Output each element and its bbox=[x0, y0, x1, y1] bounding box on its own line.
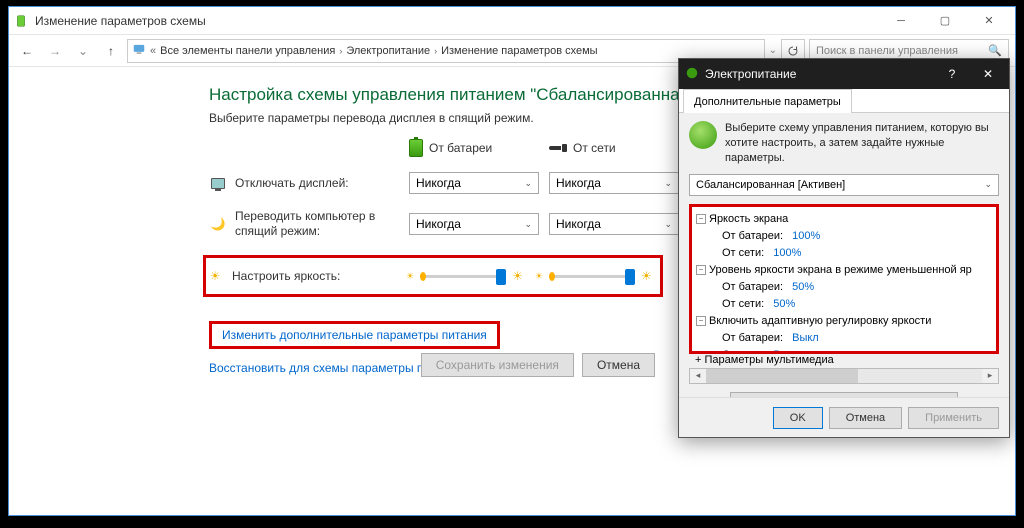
save-button[interactable]: Сохранить изменения bbox=[421, 353, 574, 377]
dialog-description: Выберите схему управления питанием, кото… bbox=[725, 121, 999, 166]
battery-icon bbox=[409, 139, 423, 157]
adaptive-ac-value[interactable]: Выкл bbox=[773, 347, 800, 354]
row-label: Настроить яркость: bbox=[232, 269, 406, 283]
power-plan-icon bbox=[13, 13, 29, 29]
maximize-button[interactable]: ▢ bbox=[923, 7, 967, 35]
power-icon bbox=[685, 66, 699, 83]
scroll-left-icon[interactable]: ◂ bbox=[690, 369, 706, 383]
display-off-ac-combo[interactable]: Никогда⌄ bbox=[549, 172, 679, 194]
sleep-ac-combo[interactable]: Никогда⌄ bbox=[549, 213, 679, 235]
sun-icon: ☀ bbox=[206, 269, 224, 283]
power-options-dialog: Электропитание ? ✕ Дополнительные параме… bbox=[678, 58, 1010, 438]
sun-large-icon: ☀ bbox=[512, 269, 523, 283]
close-button[interactable]: ✕ bbox=[967, 7, 1011, 35]
up-button[interactable]: ↑ bbox=[99, 39, 123, 63]
chevron-right-icon: › bbox=[434, 46, 437, 56]
brightness-battery-value[interactable]: 100% bbox=[792, 228, 820, 245]
help-button[interactable]: ? bbox=[937, 63, 967, 85]
ac-column-header: От сети bbox=[549, 139, 689, 157]
brightness-ac-slider[interactable]: ☀ ☀ bbox=[535, 269, 652, 283]
row-brightness: ☀ Настроить яркость: ☀ ☀ ☀ ☀ bbox=[206, 264, 656, 288]
crumb-prefix: « bbox=[150, 45, 156, 57]
breadcrumb[interactable]: « Все элементы панели управления › Элект… bbox=[127, 39, 765, 63]
ok-button[interactable]: OK bbox=[773, 407, 823, 429]
scheme-combo[interactable]: Сбалансированная [Активен]⌄ bbox=[689, 174, 999, 196]
scrollbar-thumb[interactable] bbox=[706, 369, 858, 383]
dialog-close-button[interactable]: ✕ bbox=[973, 63, 1003, 85]
tree-node-adaptive[interactable]: Включить адаптивную регулировку яркости bbox=[709, 313, 931, 330]
battery-column-header: От батареи bbox=[409, 139, 549, 157]
expand-icon[interactable]: + bbox=[695, 354, 701, 366]
crumb-power[interactable]: Электропитание bbox=[346, 45, 430, 57]
dim-battery-value[interactable]: 50% bbox=[792, 279, 814, 296]
display-off-battery-combo[interactable]: Никогда⌄ bbox=[409, 172, 539, 194]
highlight-advanced-link: Изменить дополнительные параметры питани… bbox=[209, 321, 500, 349]
power-scheme-icon bbox=[689, 121, 717, 149]
window-title: Изменение параметров схемы bbox=[35, 14, 879, 28]
dialog-tabs: Дополнительные параметры bbox=[679, 89, 1009, 113]
monitor-icon bbox=[209, 178, 227, 189]
recent-locations-button[interactable]: ⌄ bbox=[71, 39, 95, 63]
titlebar: Изменение параметров схемы ─ ▢ ✕ bbox=[9, 7, 1015, 35]
collapse-icon[interactable]: − bbox=[696, 265, 706, 275]
highlight-brightness-row: ☀ Настроить яркость: ☀ ☀ ☀ ☀ bbox=[203, 255, 663, 297]
row-label: Переводить компьютер в спящий режим: bbox=[235, 209, 409, 239]
crumb-all-items[interactable]: Все элементы панели управления bbox=[160, 45, 335, 57]
crumb-edit-plan[interactable]: Изменение параметров схемы bbox=[441, 45, 597, 57]
tree-node-multimedia[interactable]: Параметры мультимедиа bbox=[705, 354, 834, 366]
sun-small-icon: ☀ bbox=[406, 271, 414, 282]
apply-button[interactable]: Применить bbox=[908, 407, 999, 429]
control-panel-icon bbox=[132, 42, 146, 59]
cancel-button[interactable]: Отмена bbox=[582, 353, 655, 377]
dialog-titlebar: Электропитание ? ✕ bbox=[679, 59, 1009, 89]
collapse-icon[interactable]: − bbox=[696, 214, 706, 224]
sleep-battery-combo[interactable]: Никогда⌄ bbox=[409, 213, 539, 235]
sun-large-icon: ☀ bbox=[641, 269, 652, 283]
row-label: Отключать дисплей: bbox=[235, 176, 409, 190]
moon-icon: 🌙 bbox=[209, 217, 227, 231]
collapse-icon[interactable]: − bbox=[696, 316, 706, 326]
scroll-right-icon[interactable]: ▸ bbox=[982, 369, 998, 383]
dialog-title: Электропитание bbox=[705, 67, 796, 81]
dim-ac-value[interactable]: 50% bbox=[773, 296, 795, 313]
dialog-footer: OK Отмена Применить bbox=[679, 397, 1009, 437]
chevron-right-icon: › bbox=[339, 46, 342, 56]
horizontal-scrollbar[interactable]: ◂ ▸ bbox=[689, 368, 999, 384]
highlight-settings-tree: −Яркость экрана От батареи: 100% От сети… bbox=[689, 204, 999, 354]
dialog-body: Выберите схему управления питанием, кото… bbox=[679, 113, 1009, 424]
dialog-cancel-button[interactable]: Отмена bbox=[829, 407, 902, 429]
tab-advanced[interactable]: Дополнительные параметры bbox=[683, 89, 852, 113]
back-button[interactable]: ← bbox=[15, 39, 39, 63]
search-placeholder: Поиск в панели управления bbox=[816, 45, 958, 57]
minimize-button[interactable]: ─ bbox=[879, 7, 923, 35]
plug-icon bbox=[549, 143, 567, 153]
forward-button[interactable]: → bbox=[43, 39, 67, 63]
tree-node-dim-brightness[interactable]: Уровень яркости экрана в режиме уменьшен… bbox=[709, 262, 972, 279]
adaptive-battery-value[interactable]: Выкл bbox=[792, 330, 819, 347]
sun-small-icon: ☀ bbox=[535, 271, 543, 282]
brightness-battery-slider[interactable]: ☀ ☀ bbox=[406, 269, 523, 283]
breadcrumb-dropdown-icon[interactable]: ⌄ bbox=[769, 45, 777, 56]
search-icon: 🔍 bbox=[988, 44, 1002, 57]
advanced-settings-link[interactable]: Изменить дополнительные параметры питани… bbox=[222, 328, 487, 342]
brightness-ac-value[interactable]: 100% bbox=[773, 245, 801, 262]
tree-node-brightness[interactable]: Яркость экрана bbox=[709, 211, 788, 228]
footer-buttons: Сохранить изменения Отмена bbox=[421, 353, 655, 377]
settings-tree[interactable]: −Яркость экрана От батареи: 100% От сети… bbox=[694, 211, 994, 354]
